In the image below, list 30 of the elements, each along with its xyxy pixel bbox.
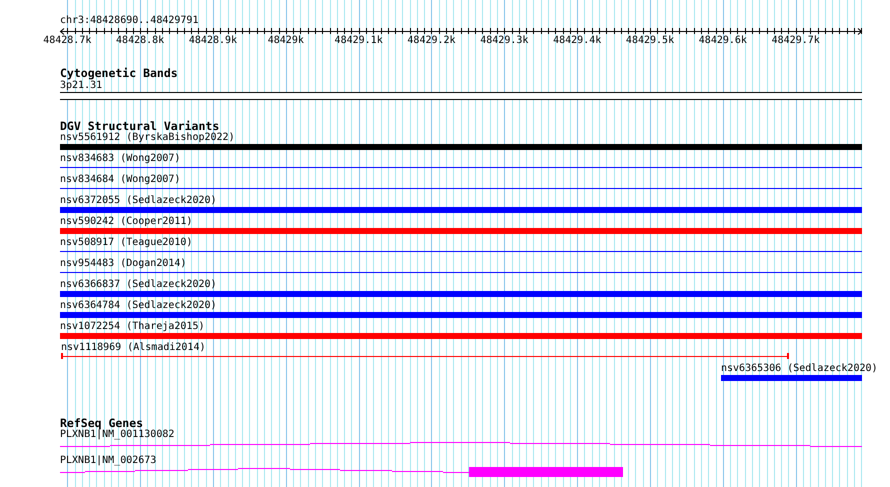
transcript-label: PLXNB1|NM_001130082 xyxy=(60,429,174,441)
tick-label: 48429.6k xyxy=(698,35,747,47)
variant-label: nsv6372055 (Sedlazeck2020) xyxy=(60,195,217,207)
variant-label: nsv6366837 (Sedlazeck2020) xyxy=(60,279,217,291)
tick-label: 48428.8k xyxy=(116,35,164,47)
tick-label: 48429.5k xyxy=(626,35,674,47)
tick-label: 48429.7k xyxy=(772,35,820,47)
transcript-label: PLXNB1|NM_002673 xyxy=(60,455,156,467)
tick-label: 48429.2k xyxy=(407,35,456,47)
tick-label: 48429.4k xyxy=(553,35,602,47)
variant-label: nsv834683 (Wong2007) xyxy=(60,153,180,165)
variant-label: nsv6365306 (Sedlazeck2020) xyxy=(721,363,878,375)
variant-label: nsv6364784 (Sedlazeck2020) xyxy=(60,300,217,312)
track-title: Cytogenetic Bands xyxy=(60,67,178,79)
variant-label: nsv954483 (Dogan2014) xyxy=(60,258,186,270)
variant-label: nsv1072254 (Thareja2015) xyxy=(60,321,204,333)
variant-label: nsv1118969 (Alsmadi2014) xyxy=(61,342,206,354)
tick-label: 48429k xyxy=(268,35,304,47)
track-title: DGV Structural Variants xyxy=(60,120,220,132)
variant-label: nsv590242 (Cooper2011) xyxy=(60,216,192,228)
tick-label: 48428.9k xyxy=(188,35,238,47)
variant-label: nsv834684 (Wong2007) xyxy=(60,174,180,186)
track-title: RefSeq Genes xyxy=(60,417,144,429)
variant-label: nsv5561912 (ByrskaBishop2022) xyxy=(60,132,235,144)
tick-label: 48429.1k xyxy=(334,35,383,47)
locus-text: chr3:48428690..48429791 xyxy=(60,15,200,27)
variant-label: nsv508917 (Teague2010) xyxy=(60,237,192,249)
tick-label: 48429.3k xyxy=(480,35,528,47)
band-label: 3p21.31 xyxy=(60,80,102,92)
tick-label: 48428.7k xyxy=(43,35,92,47)
